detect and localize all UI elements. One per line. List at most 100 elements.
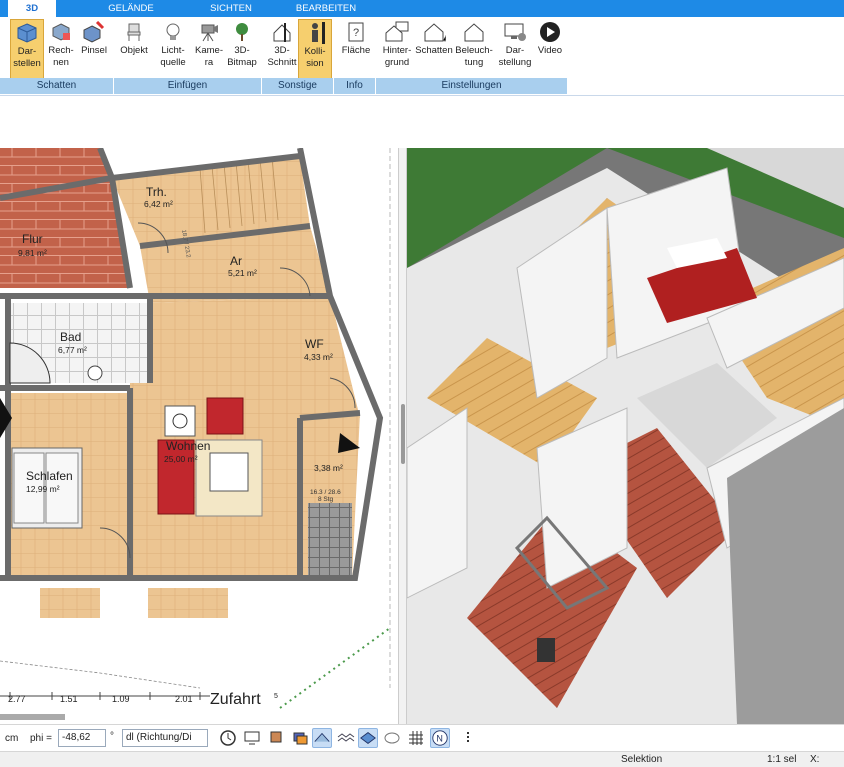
darstellen-label: Dar- stellen bbox=[13, 46, 41, 69]
room-label-bad: Bad bbox=[60, 330, 81, 344]
lightbulb-icon bbox=[166, 23, 180, 40]
hintergrund-label: Hinter- grund bbox=[382, 45, 412, 68]
status-coord-label: X: bbox=[810, 754, 820, 765]
kamera-button[interactable]: Kame- ra bbox=[194, 19, 224, 79]
flaeche-label: Fläche bbox=[341, 45, 371, 56]
dim-2: 1.51 bbox=[60, 694, 78, 704]
kamera-label: Kame- ra bbox=[195, 45, 223, 68]
flaeche-button[interactable]: ? Fläche bbox=[338, 19, 374, 79]
pinsel-button[interactable]: Pinsel bbox=[78, 19, 110, 79]
dim-5: 5 bbox=[274, 693, 278, 700]
lichtquelle-button[interactable]: Licht- quelle bbox=[154, 19, 192, 79]
dim-3: 1.09 bbox=[112, 694, 130, 704]
cube-icon bbox=[17, 23, 37, 43]
video-label: Video bbox=[537, 45, 563, 56]
status-mode: Selektion bbox=[621, 754, 663, 765]
paint-cube-icon bbox=[83, 21, 105, 43]
tab-bearbeiten[interactable]: BEARBEITEN bbox=[290, 0, 362, 17]
darstellung-label: Dar- stellung bbox=[498, 45, 532, 68]
3d-bitmap-label: 3D- Bitmap bbox=[227, 45, 257, 68]
3d-schnitt-button[interactable]: 3D- Schnitt bbox=[266, 19, 298, 79]
status-bar: Selektion 1:1 sel X: bbox=[0, 751, 844, 767]
room-label-schlafen: Schlafen bbox=[26, 469, 73, 483]
pinsel-label: Pinsel bbox=[81, 45, 107, 56]
phi-unit: ° bbox=[110, 731, 114, 742]
tab-sichten[interactable]: SICHTEN bbox=[196, 0, 266, 17]
grid-icon[interactable] bbox=[406, 728, 426, 748]
3d-bitmap-button[interactable]: 3D- Bitmap bbox=[224, 19, 260, 79]
bottom-toolbar: cm phi = -48,62 ° dl (Richtung/Di N bbox=[0, 724, 844, 751]
room-label-wf: WF bbox=[305, 337, 324, 351]
stair-note-2: 16.3 / 28.6 bbox=[310, 489, 341, 496]
stamp-icon[interactable] bbox=[266, 728, 286, 748]
objekt-label: Objekt bbox=[120, 45, 148, 56]
layers-icon[interactable] bbox=[290, 728, 310, 748]
room-area-ar: 5,21 m² bbox=[228, 268, 257, 278]
dots-icon[interactable] bbox=[458, 728, 478, 748]
hintergrund-button[interactable]: Hinter- grund bbox=[378, 19, 416, 79]
house-shadow-icon bbox=[424, 23, 446, 42]
dim-1: 2.77 bbox=[8, 694, 26, 704]
svg-text:N: N bbox=[436, 734, 443, 744]
room-area-trh: 6,42 m² bbox=[144, 199, 173, 209]
beleuchtung-label: Beleuch- tung bbox=[455, 45, 493, 68]
tree-icon bbox=[236, 23, 248, 41]
kollision-label: Kolli- sion bbox=[304, 46, 326, 69]
cube-calc-icon bbox=[52, 23, 70, 41]
room-label-ar: Ar bbox=[230, 254, 242, 268]
3d-render[interactable] bbox=[407, 148, 844, 724]
schatten-button[interactable]: Schatten bbox=[414, 19, 454, 79]
room-label-trh: Trh. bbox=[146, 185, 167, 199]
person-icon bbox=[312, 22, 325, 44]
darstellen-button[interactable]: Dar- stellen bbox=[10, 19, 44, 79]
status-selection: 1:1 sel bbox=[767, 754, 797, 765]
ribbon-tab-bar: 3D GELÄNDE SICHTEN BEARBEITEN bbox=[0, 0, 844, 17]
room-area-wohnen: 25,00 m² bbox=[164, 454, 198, 464]
kollision-button[interactable]: Kolli- sion bbox=[298, 19, 332, 79]
tab-3d[interactable]: 3D bbox=[8, 0, 56, 17]
rechnen-button[interactable]: Rech- nen bbox=[46, 19, 76, 79]
split-divider[interactable] bbox=[398, 148, 407, 724]
phi-input[interactable]: -48,62 bbox=[58, 729, 106, 747]
wave-icon[interactable] bbox=[336, 728, 356, 748]
floor-plan-view[interactable]: Flur 9,81 m² Trh. 6,42 m² Ar 5,21 m² Bad… bbox=[0, 148, 398, 724]
3d-schnitt-label: 3D- Schnitt bbox=[267, 45, 297, 68]
video-button[interactable]: Video bbox=[536, 19, 564, 79]
unit-label: cm bbox=[5, 733, 19, 744]
clock-icon[interactable] bbox=[218, 728, 238, 748]
monitor-gear-icon bbox=[504, 23, 526, 41]
group-sonstige: Sonstige bbox=[262, 78, 334, 94]
rechnen-label: Rech- nen bbox=[48, 45, 74, 68]
3d-view[interactable] bbox=[407, 148, 844, 724]
plane-icon[interactable] bbox=[358, 728, 378, 748]
tab-gelaende[interactable]: GELÄNDE bbox=[94, 0, 168, 17]
group-einfuegen: Einfügen bbox=[114, 78, 262, 94]
dl-select[interactable]: dl (Richtung/Di bbox=[122, 729, 208, 747]
darstellung-button[interactable]: Dar- stellung bbox=[496, 19, 534, 79]
group-info: Info bbox=[334, 78, 376, 94]
floor-plan-canvas[interactable]: Flur 9,81 m² Trh. 6,42 m² Ar 5,21 m² Bad… bbox=[0, 148, 398, 724]
room-label-flur: Flur bbox=[22, 232, 43, 246]
north-icon[interactable]: N bbox=[430, 728, 450, 748]
schatten-label: Schatten bbox=[415, 45, 453, 56]
room-area-schlafen: 12,99 m² bbox=[26, 484, 60, 494]
room-area-hall: 3,38 m² bbox=[314, 463, 343, 473]
beleuchtung-button[interactable]: Beleuch- tung bbox=[454, 19, 494, 79]
area-info-icon: ? bbox=[348, 22, 364, 42]
dl-select-value: dl (Richtung/Di bbox=[126, 732, 192, 743]
room-area-bad: 6,77 m² bbox=[58, 345, 87, 355]
house-light-icon bbox=[464, 23, 484, 42]
roof-icon[interactable] bbox=[312, 728, 332, 748]
chair-icon bbox=[127, 23, 141, 41]
svg-text:?: ? bbox=[353, 27, 359, 39]
ruler-area bbox=[0, 96, 844, 148]
objekt-button[interactable]: Objekt bbox=[116, 19, 152, 79]
house-bg-icon bbox=[385, 21, 409, 42]
group-einstellungen: Einstellungen bbox=[376, 78, 568, 94]
split-grip[interactable] bbox=[401, 404, 405, 464]
phi-label: phi = bbox=[30, 733, 52, 744]
play-icon bbox=[540, 22, 560, 42]
monitor-icon[interactable] bbox=[242, 728, 262, 748]
camera-icon bbox=[201, 24, 218, 42]
hatch-icon[interactable] bbox=[382, 728, 402, 748]
